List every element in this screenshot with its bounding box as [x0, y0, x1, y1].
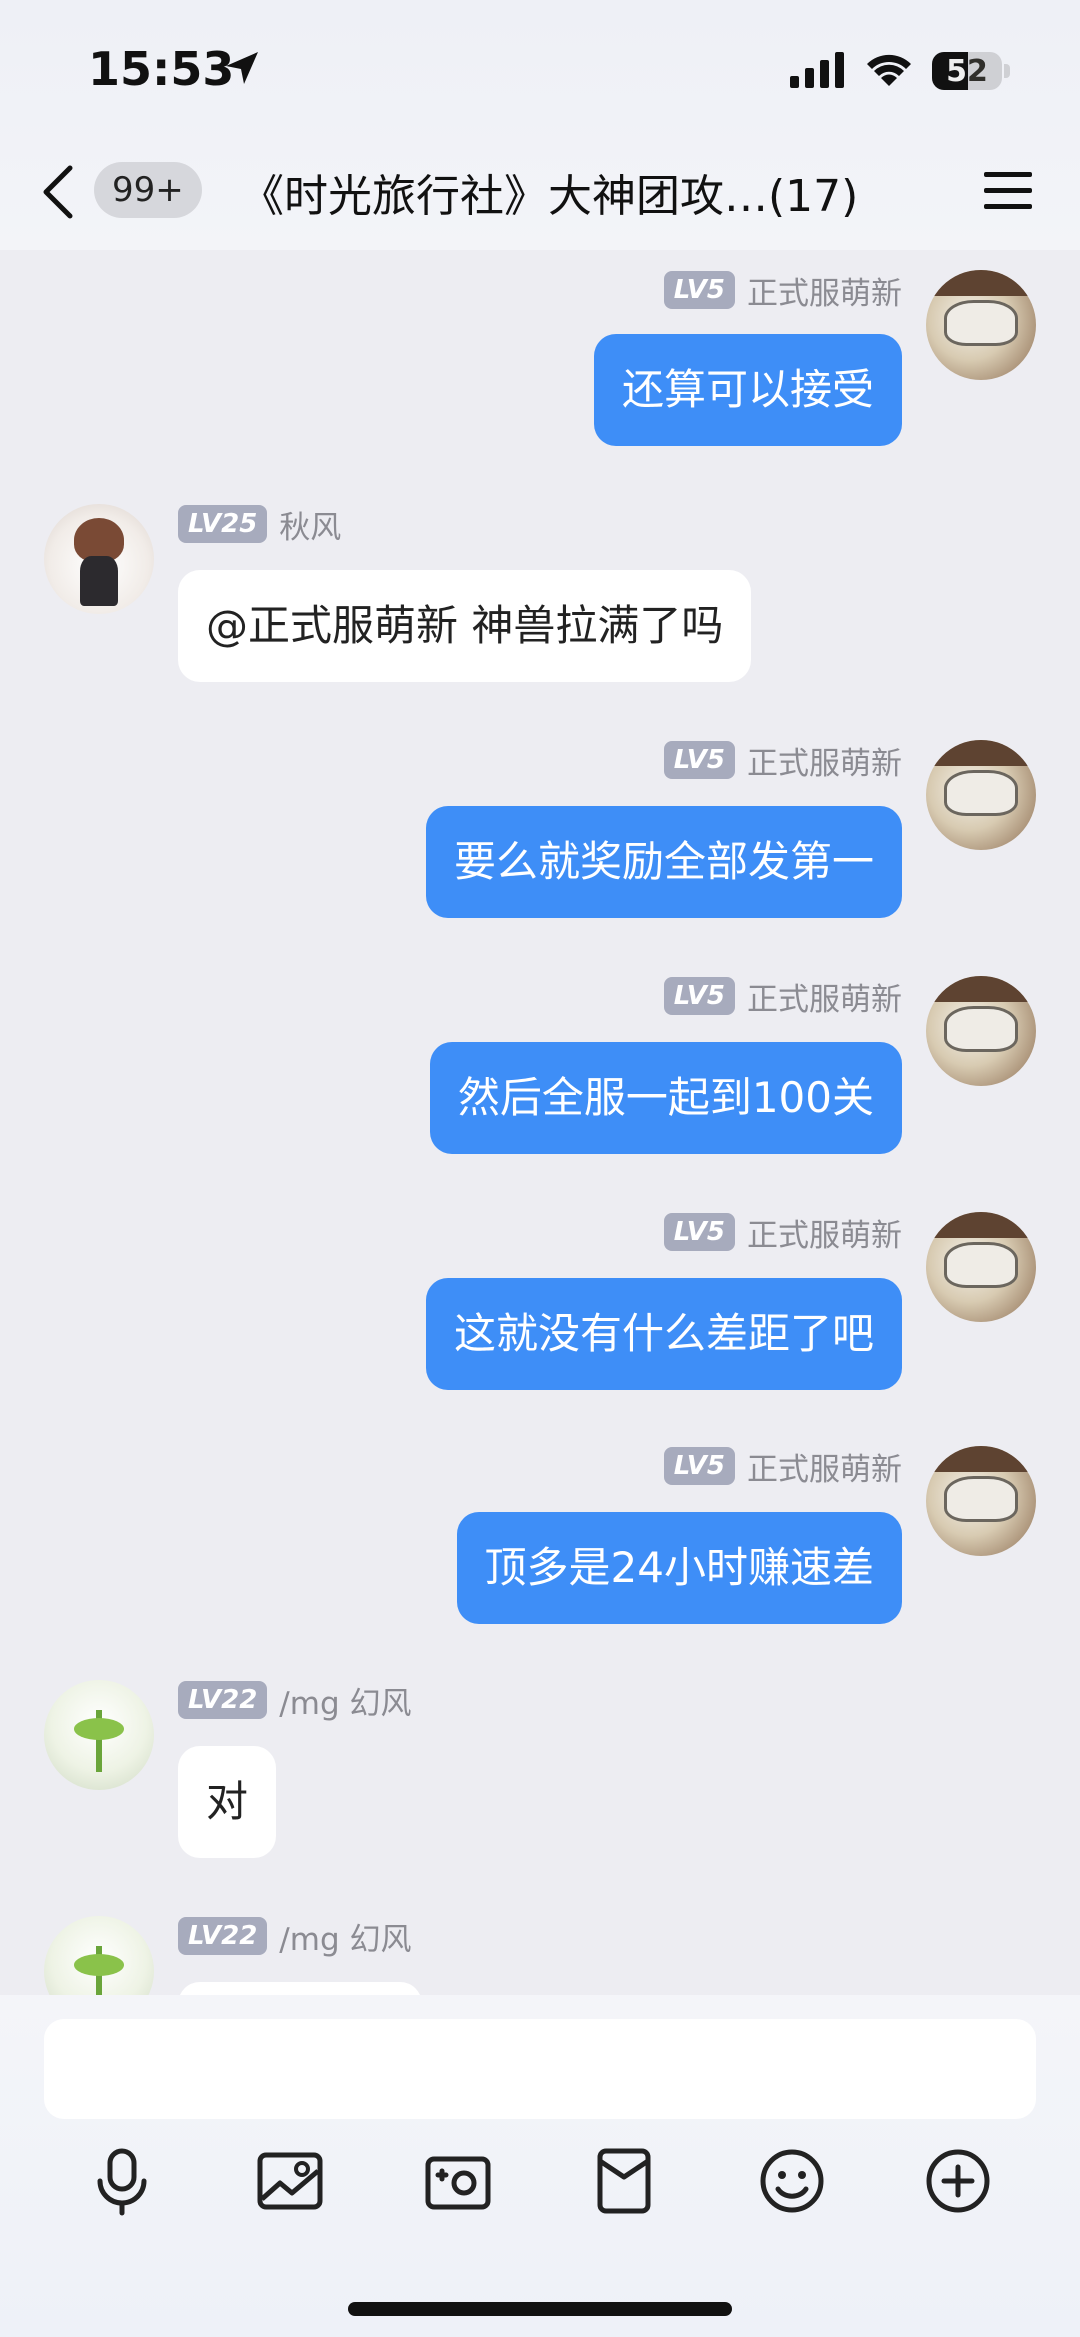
message-meta: LV25 秋风	[178, 504, 342, 546]
message-meta: LV5 正式服萌新	[663, 740, 902, 782]
avatar[interactable]	[926, 1212, 1036, 1322]
message-meta: LV5 正式服萌新	[663, 270, 902, 312]
level-badge: LV5	[663, 1213, 735, 1251]
cellular-signal-icon	[790, 52, 844, 88]
avatar[interactable]	[44, 1680, 154, 1790]
top-bar: 15:53 52 99+ 《时光旅行社》大神团攻…(17)	[0, 0, 1080, 250]
chat-title[interactable]: 《时光旅行社》大神团攻…(17)	[240, 160, 900, 224]
home-indicator	[348, 2302, 732, 2316]
avatar[interactable]	[926, 270, 1036, 380]
message-bubble[interactable]: 对	[178, 1746, 277, 1858]
level-badge: LV5	[663, 741, 735, 779]
red-packet-icon[interactable]	[588, 2145, 660, 2217]
avatar[interactable]	[44, 504, 154, 614]
unread-count-badge[interactable]: 99+	[94, 162, 202, 218]
battery-tip	[1004, 64, 1010, 78]
message-meta: LV22 /mg 幻风	[178, 1680, 412, 1722]
message-meta: LV5 正式服萌新	[663, 976, 902, 1018]
level-badge: LV22	[178, 1917, 268, 1955]
message-bubble[interactable]: @正式服萌新 神兽拉满了吗	[178, 570, 752, 682]
plus-icon[interactable]	[922, 2145, 994, 2217]
message-input[interactable]	[44, 2019, 1036, 2119]
back-chevron-icon[interactable]	[40, 164, 76, 220]
location-arrow-icon	[226, 52, 258, 84]
message-bubble[interactable]: 这就没有什么差距了吧	[425, 1278, 902, 1390]
message-meta: LV5 正式服萌新	[663, 1212, 902, 1254]
sender-name: 正式服萌新	[747, 275, 902, 312]
microphone-icon[interactable]	[86, 2145, 158, 2217]
wifi-icon	[867, 54, 911, 86]
chat-message-list[interactable]: LV5 正式服萌新 还算可以接受 LV25 秋风 @正式服萌新 神兽拉满了吗 L…	[0, 250, 1080, 1995]
message-bubble[interactable]: 要么就奖励全部发第一	[425, 806, 902, 918]
status-time: 15:53	[88, 42, 235, 96]
level-badge: LV5	[663, 977, 735, 1015]
input-panel	[0, 1995, 1080, 2337]
message-bubble[interactable]: 顶多是24小时赚速差	[456, 1512, 902, 1624]
menu-icon[interactable]	[984, 170, 1032, 212]
avatar[interactable]	[926, 740, 1036, 850]
emoji-icon[interactable]	[756, 2145, 828, 2217]
image-icon[interactable]	[254, 2145, 326, 2217]
sender-name: /mg 幻风	[279, 1685, 412, 1722]
message-bubble[interactable]: 还算可以接受	[593, 334, 902, 446]
sender-name: 正式服萌新	[747, 981, 902, 1018]
level-badge: LV22	[178, 1681, 268, 1719]
level-badge: LV25	[178, 505, 268, 543]
level-badge: LV5	[663, 1447, 735, 1485]
sender-name: 正式服萌新	[747, 745, 902, 782]
avatar[interactable]	[926, 1446, 1036, 1556]
level-badge: LV5	[663, 271, 735, 309]
message-meta: LV22 /mg 幻风	[178, 1916, 412, 1958]
camera-icon[interactable]	[422, 2145, 494, 2217]
message-bubble[interactable]	[178, 1982, 422, 1995]
message-bubble[interactable]: 然后全服一起到100关	[429, 1042, 902, 1154]
sender-name: /mg 幻风	[279, 1921, 412, 1958]
avatar[interactable]	[926, 976, 1036, 1086]
sender-name: 正式服萌新	[747, 1451, 902, 1488]
sender-name: 秋风	[279, 509, 342, 546]
battery-indicator: 52	[932, 52, 1002, 90]
avatar[interactable]	[44, 1916, 154, 1995]
battery-level: 52	[946, 53, 988, 89]
message-meta: LV5 正式服萌新	[663, 1446, 902, 1488]
sender-name: 正式服萌新	[747, 1217, 902, 1254]
